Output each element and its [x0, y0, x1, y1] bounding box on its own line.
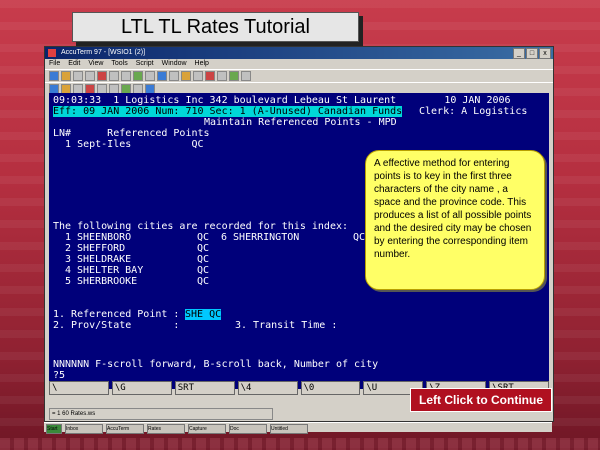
menu-edit[interactable]: Edit [68, 59, 80, 69]
city-prov-1: QC [197, 232, 210, 243]
taskbar-item-accuterm[interactable]: AccuTerm [106, 424, 144, 434]
save-icon[interactable] [73, 71, 83, 81]
city-prov-3: QC [197, 254, 210, 265]
fkey-1[interactable]: \ [49, 381, 109, 395]
menu-help[interactable]: Help [195, 59, 209, 69]
city-prov-6: QC [353, 232, 366, 243]
new-icon[interactable] [49, 71, 59, 81]
window-title: AccuTerm 97 - [WSIO1 (2)] [61, 49, 146, 56]
city-prov-2: QC [197, 243, 210, 254]
status-bar: = 1 60 Rates.ws [49, 408, 273, 420]
play-icon[interactable] [217, 71, 227, 81]
record-icon[interactable] [205, 71, 215, 81]
taskbar-item-capture[interactable]: Capture [188, 424, 226, 434]
fkey-4[interactable]: \4 [237, 381, 298, 395]
city-name-5[interactable]: SHERBROOKE [77, 276, 137, 287]
print-icon[interactable] [85, 71, 95, 81]
city-name-3[interactable]: SHELDRAKE [77, 254, 131, 265]
cities-intro: The following cities are recorded for th… [53, 221, 349, 232]
fkey-5[interactable]: \0 [300, 381, 361, 395]
disconnect-icon[interactable] [169, 71, 179, 81]
taskbar-item-rates[interactable]: Rates [147, 424, 185, 434]
field1-label: 1. Referenced Point : [53, 309, 180, 320]
cut-icon[interactable] [97, 71, 107, 81]
header-line: 09:03:33 1 Logistics Inc 342 boulevard L… [53, 95, 511, 106]
connect-icon[interactable] [157, 71, 167, 81]
city-num-3: 3 [65, 254, 72, 265]
fkey-2[interactable]: \G [111, 381, 172, 395]
menu-window[interactable]: Window [162, 59, 187, 69]
capture-icon[interactable] [181, 71, 191, 81]
maximize-button[interactable]: □ [526, 48, 538, 59]
field2-label: 2. Prov/State : [53, 320, 180, 331]
app-icon [48, 49, 56, 57]
menu-view[interactable]: View [88, 59, 103, 69]
start-button[interactable]: Start [46, 424, 62, 434]
prompt-line: NNNNNN F-scroll forward, B-scroll back, … [53, 359, 379, 370]
taskbar: Start Inbox AccuTerm Rates Capture Doc U… [44, 422, 552, 434]
fkey-3[interactable]: SRT [174, 381, 235, 395]
city-num-2: 2 [65, 243, 72, 254]
list-line-1: 1 Sept-Iles QC [53, 139, 204, 150]
taskbar-item-untitled[interactable]: Untitled [270, 424, 308, 434]
list-header: LN# Referenced Points [53, 128, 210, 139]
tutorial-title: LTL TL Rates Tutorial [72, 12, 359, 42]
city-num-4: 4 [65, 265, 72, 276]
open-icon[interactable] [61, 71, 71, 81]
settings-icon[interactable] [133, 71, 143, 81]
city-prov-4: QC [197, 265, 210, 276]
city-6[interactable]: 6 SHERRINGTON [221, 232, 299, 243]
city-name-4[interactable]: SHELTER BAY [77, 265, 143, 276]
menu-bar: File Edit View Tools Script Window Help [45, 59, 553, 69]
taskbar-item-inbox[interactable]: Inbox [65, 424, 103, 434]
tutorial-callout: A effective method for entering points i… [365, 150, 545, 290]
command-input[interactable]: ?5 [53, 370, 65, 381]
taskbar-item-doc[interactable]: Doc [229, 424, 267, 434]
continue-button[interactable]: Left Click to Continue [410, 388, 552, 412]
city-name-2[interactable]: SHEFFORD [77, 243, 125, 254]
menu-file[interactable]: File [49, 59, 60, 69]
keyboard-icon[interactable] [229, 71, 239, 81]
minimize-button[interactable]: _ [513, 48, 525, 59]
help-icon[interactable] [241, 71, 251, 81]
field3-label: 3. Transit Time : [235, 320, 338, 331]
menu-tools[interactable]: Tools [111, 59, 127, 69]
toolbar-top [45, 69, 553, 82]
window-controls: _ □ x [513, 48, 551, 59]
clerk-label: Clerk: A Logistics [419, 106, 528, 117]
font-icon[interactable] [145, 71, 155, 81]
city-name-1[interactable]: SHEENBORO [77, 232, 131, 243]
bottom-decoration [0, 438, 600, 450]
transfer-icon[interactable] [193, 71, 203, 81]
screen-title: Maintain Referenced Points - MPD [204, 117, 397, 128]
window-titlebar: AccuTerm 97 - [WSIO1 (2)] _ □ x [45, 47, 553, 59]
referenced-point-input[interactable]: SHE QC [185, 309, 222, 320]
city-num-1: 1 [65, 232, 72, 243]
city-num-5: 5 [65, 276, 72, 287]
effective-line: Eff: 09 JAN 2006 Num: 710 Sec: 1 (A-Unus… [53, 106, 403, 117]
close-button[interactable]: x [539, 48, 551, 59]
menu-script[interactable]: Script [136, 59, 154, 69]
paste-icon[interactable] [121, 71, 131, 81]
city-prov-5: QC [197, 276, 210, 287]
copy-icon[interactable] [109, 71, 119, 81]
